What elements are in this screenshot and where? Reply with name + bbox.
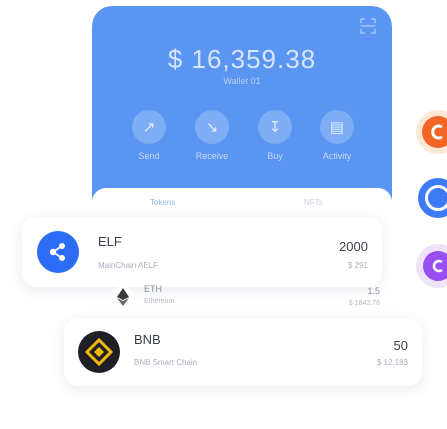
purple-coin-icon [423, 251, 447, 281]
send-button[interactable]: ↗ Send [130, 110, 168, 161]
token-usd-value: $ 1842.76 [348, 300, 380, 307]
orange-coin-icon [422, 116, 447, 148]
eth-coin-icon [112, 286, 134, 308]
receive-label: Receive [195, 151, 229, 161]
token-usd-value: $ 12,183 [376, 358, 408, 367]
token-chain: BNB Smart Chain [134, 358, 198, 367]
token-symbol: ETH [144, 284, 162, 294]
asset-tabs: Tokens NFTs [92, 188, 392, 212]
blue-coin-icon [425, 185, 447, 211]
token-usd-value: $ 291 [347, 261, 368, 270]
blue-coin-chip [418, 178, 447, 218]
token-amount: 1.5 [367, 286, 380, 296]
receive-button[interactable]: ↘ Receive [193, 110, 231, 161]
elf-coin-icon [37, 231, 79, 273]
purple-coin-chip [416, 244, 447, 288]
token-row-eth[interactable]: ETH Ethereum 1.5 $ 1842.76 [108, 280, 386, 310]
token-chain: MainChain AELF [98, 261, 159, 270]
send-icon: ↗ [132, 110, 166, 144]
token-symbol: ELF [98, 234, 122, 249]
token-row-elf[interactable]: ELF MainChain AELF 2000 $ 291 [22, 217, 382, 287]
scan-icon[interactable] [360, 18, 376, 34]
token-chain: Ethereum [144, 298, 175, 305]
send-label: Send [138, 151, 160, 161]
bnb-coin-icon [78, 331, 120, 373]
token-row-bnb[interactable]: BNB BNB Smart Chain 50 $ 12,183 [64, 318, 422, 386]
buy-icon: ↧ [258, 110, 292, 144]
wallet-name: Wallet 01 [223, 76, 261, 86]
activity-icon: ▤ [320, 110, 354, 144]
balance-header: $ 16,359.38 Wallet 01 ↗ Send ↘ Receive ↧… [92, 6, 392, 206]
activity-label: Activity [322, 151, 352, 161]
orange-coin-chip [416, 110, 447, 154]
tab-nfts[interactable]: NFTs [304, 198, 323, 207]
token-symbol: BNB [134, 332, 161, 347]
token-amount: 2000 [339, 239, 368, 254]
receive-icon: ↘ [195, 110, 229, 144]
buy-button[interactable]: ↧ Buy [256, 110, 294, 161]
tab-tokens[interactable]: Tokens [150, 198, 175, 207]
buy-label: Buy [267, 151, 283, 161]
activity-button[interactable]: ▤ Activity [318, 110, 356, 161]
token-amount: 50 [393, 338, 408, 353]
total-balance: $ 16,359.38 [167, 44, 317, 74]
